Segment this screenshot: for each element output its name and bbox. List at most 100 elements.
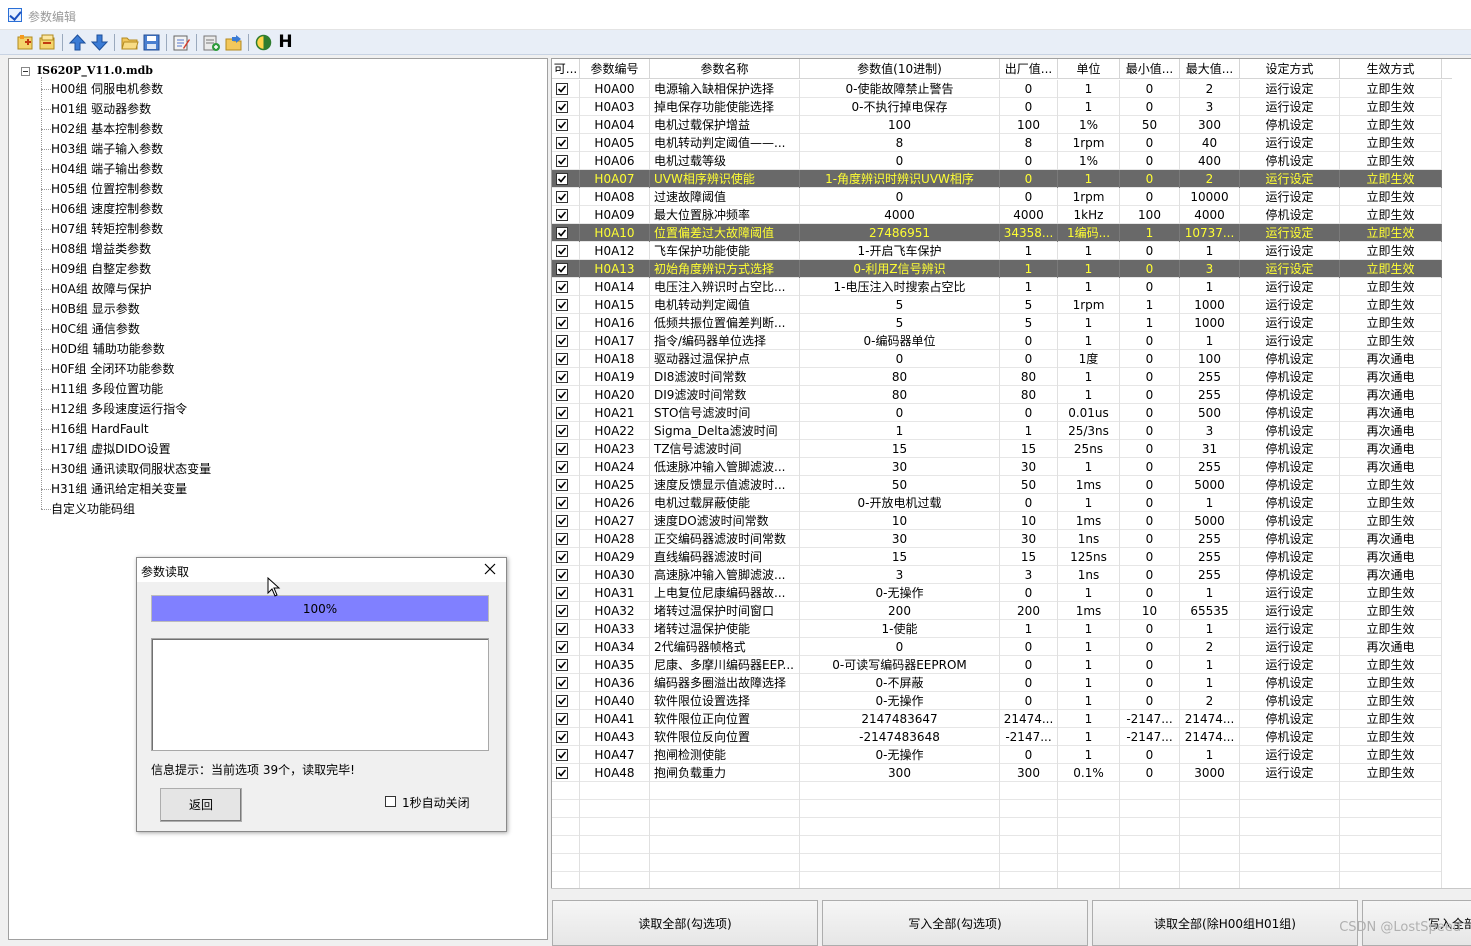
table-row[interactable]: H0A28 正交编码器滤波时间常数 30 30 1ns 0 255 停机设定 再次通电 [552,530,1442,548]
table-row[interactable]: H0A43 软件限位反向位置 -2147483648 -2147... 1 -2147..… [552,728,1442,746]
row-checkbox[interactable] [556,659,568,671]
column-header[interactable]: 生效方式 [1340,59,1442,79]
row-checkbox[interactable] [556,713,568,725]
edit-icon[interactable] [172,33,191,52]
column-header[interactable]: 参数编号 [580,59,650,79]
column-header[interactable]: 出厂值... [1000,59,1058,79]
row-checkbox[interactable] [556,731,568,743]
row-checkbox[interactable] [556,515,568,527]
save-icon[interactable] [142,33,161,52]
table-row[interactable]: H0A26 电机过载屏蔽使能 0-开放电机过载 0 1 0 1 停机设定 立即生效 [552,494,1442,512]
row-checkbox[interactable] [556,533,568,545]
import-icon[interactable] [224,33,243,52]
column-header[interactable]: 参数值(10进制) [800,59,1000,79]
table-row[interactable]: H0A24 低速脉冲输入管脚滤波... 30 30 1 0 255 停机设定 再次通电 [552,458,1442,476]
table-row[interactable]: H0A14 电压注入辨识时占空比... 1-电压注入时搜索占空比 1 1 0 1 运行设定 立即… [552,278,1442,296]
row-checkbox[interactable] [556,371,568,383]
table-row[interactable]: H0A09 最大位置脉冲频率 4000 4000 1kHz 100 4000 停机设定 立即生效 [552,206,1442,224]
row-checkbox[interactable] [556,155,568,167]
table-row[interactable]: H0A31 上电复位尼康编码器故... 0-无操作 0 1 0 1 运行设定 立即生效 [552,584,1442,602]
row-checkbox[interactable] [556,101,568,113]
row-checkbox[interactable] [556,389,568,401]
table-row[interactable]: H0A30 高速脉冲输入管脚滤波... 3 3 1ns 0 255 停机设定 再次通电 [552,566,1442,584]
table-row[interactable]: H0A16 低频共振位置偏差判断... 5 5 1 1 1000 运行设定 立即生效 [552,314,1442,332]
row-checkbox[interactable] [556,191,568,203]
write-all-checked-button[interactable]: 写入全部(勾选项) [822,900,1088,946]
table-row[interactable]: H0A34 2代编码器帧格式 0 0 1 0 2 运行设定 再次通电 [552,638,1442,656]
table-row[interactable]: H0A12 飞车保护功能使能 1-开启飞车保护 1 1 0 1 运行设定 立即生效 [552,242,1442,260]
close-icon[interactable] [482,561,498,577]
table-row[interactable]: H0A05 电机转动判定阈值——... 8 8 1rpm 0 40 运行设定 立即生效 [552,134,1442,152]
table-row[interactable]: H0A00 电源输入缺相保护选择 0-使能故障禁止警告 0 1 0 2 运行设定 立即生效 [552,80,1442,98]
row-checkbox[interactable] [556,227,568,239]
add-icon[interactable] [202,33,221,52]
table-row[interactable]: H0A25 速度反馈显示值滤波时... 50 50 1ms 0 5000 停机设定 立即生效 [552,476,1442,494]
table-row[interactable]: H0A23 TZ信号滤波时间 15 15 25ns 0 31 停机设定 再次通电 [552,440,1442,458]
table-row[interactable]: H0A35 尼康、多摩川编码器EEP... 0-可读写编码器EEPROM 0 1 0 1 运行… [552,656,1442,674]
row-checkbox[interactable] [556,569,568,581]
table-row[interactable]: H0A27 速度DO滤波时间常数 10 10 1ms 0 5000 停机设定 立即生效 [552,512,1442,530]
row-checkbox[interactable] [556,83,568,95]
read-all-except-h00-h01-button[interactable]: 读取全部(除H00组H01组) [1092,900,1358,946]
row-checkbox[interactable] [556,695,568,707]
row-checkbox[interactable] [556,497,568,509]
move-down-icon[interactable] [90,33,109,52]
row-checkbox[interactable] [556,587,568,599]
table-row[interactable]: H0A21 STO信号滤波时间 0 0 0.01us 0 500 停机设定 再次通电 [552,404,1442,422]
row-checkbox[interactable] [556,677,568,689]
table-row[interactable]: H0A08 过速故障阈值 0 0 1rpm 0 10000 运行设定 立即生效 [552,188,1442,206]
table-row[interactable]: H0A29 直线编码器滤波时间 15 15 125ns 0 255 停机设定 再次通电 [552,548,1442,566]
row-checkbox[interactable] [556,443,568,455]
table-row[interactable]: H0A04 电机过载保护增益 100 100 1% 50 300 停机设定 立即生效 [552,116,1442,134]
parameter-grid[interactable]: 可... 参数编号 参数名称 参数值(10进制) 出厂值... 单位 最小值... 最大值..… [551,58,1471,890]
row-checkbox[interactable] [556,623,568,635]
table-row[interactable]: H0A18 驱动器过温保护点 0 0 1度 0 100 停机设定 再次通电 [552,350,1442,368]
row-checkbox[interactable] [556,407,568,419]
row-checkbox[interactable] [556,749,568,761]
row-checkbox[interactable] [556,137,568,149]
copy-icon[interactable] [38,33,57,52]
column-header[interactable]: 参数名称 [650,59,800,79]
table-row[interactable]: H0A47 抱闸检测使能 0-无操作 0 1 0 1 运行设定 立即生效 [552,746,1442,764]
row-checkbox[interactable] [556,245,568,257]
move-up-icon[interactable] [68,33,87,52]
table-row[interactable]: H0A10 位置偏差过大故障阈值 27486951 34358... 1编码... 1 10… [552,224,1442,242]
row-checkbox[interactable] [556,551,568,563]
row-checkbox[interactable] [556,605,568,617]
table-row[interactable]: H0A36 编码器多圈溢出故障选择 0-不屏蔽 0 1 0 1 停机设定 立即生效 [552,674,1442,692]
contrast-icon[interactable] [254,33,273,52]
autoclose-label[interactable]: 1秒自动关闭 [402,794,470,811]
row-checkbox[interactable] [556,299,568,311]
table-row[interactable]: H0A15 电机转动判定阈值 5 5 1rpm 1 1000 运行设定 立即生效 [552,296,1442,314]
row-checkbox[interactable] [556,263,568,275]
column-header[interactable]: 单位 [1058,59,1120,79]
row-checkbox[interactable] [556,767,568,779]
column-header[interactable]: 最大值... [1180,59,1240,79]
autoclose-checkbox[interactable] [385,796,396,807]
row-checkbox[interactable] [556,353,568,365]
table-row[interactable]: H0A40 软件限位设置选择 0-无操作 0 1 0 2 停机设定 立即生效 [552,692,1442,710]
row-checkbox[interactable] [556,335,568,347]
row-checkbox[interactable] [556,425,568,437]
log-memo[interactable] [151,638,489,751]
new-icon[interactable] [16,33,35,52]
row-checkbox[interactable] [556,281,568,293]
row-checkbox[interactable] [556,479,568,491]
back-button[interactable]: 返回 [160,788,242,822]
table-row[interactable]: H0A06 电机过载等级 0 0 1% 0 400 停机设定 立即生效 [552,152,1442,170]
h-icon[interactable]: H [276,33,295,52]
table-row[interactable]: H0A07 UVW相序辨识使能 1-角度辨识时辨识UVW相序 0 1 0 2 运行设定 立即生效 [552,170,1442,188]
column-header[interactable]: 最小值... [1120,59,1180,79]
table-row[interactable]: H0A41 软件限位正向位置 2147483647 21474... 1 -2147...… [552,710,1442,728]
table-row[interactable]: H0A22 Sigma_Delta滤波时间 1 1 25/3ns 0 3 停机设定 再次通电 [552,422,1442,440]
row-checkbox[interactable] [556,119,568,131]
table-row[interactable]: H0A48 抱闸负载重力 300 300 0.1% 0 3000 运行设定 立即生效 [552,764,1442,782]
row-checkbox[interactable] [556,461,568,473]
row-checkbox[interactable] [556,641,568,653]
table-row[interactable]: H0A33 堵转过温保护使能 1-使能 1 1 0 1 运行设定 立即生效 [552,620,1442,638]
table-row[interactable]: H0A03 掉电保存功能使能选择 0-不执行掉电保存 0 1 0 3 运行设定 立即生效 [552,98,1442,116]
read-all-checked-button[interactable]: 读取全部(勾选项) [552,900,818,946]
column-header[interactable]: 可... [552,59,580,79]
column-header[interactable]: 设定方式 [1240,59,1340,79]
table-row[interactable]: H0A20 DI9滤波时间常数 80 80 1 0 255 停机设定 再次通电 [552,386,1442,404]
